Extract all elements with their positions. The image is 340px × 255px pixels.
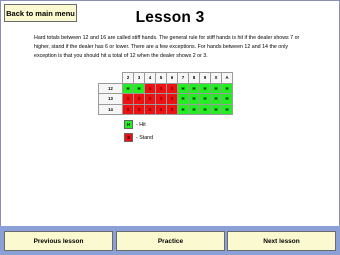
legend-hit: H - Hit: [124, 120, 146, 129]
strategy-cell: S: [144, 103, 156, 115]
lesson-description: Hard totals between 12 and 16 are called…: [34, 35, 300, 60]
strategy-cell: S: [144, 82, 156, 94]
table-row: 14 S S S S S H H H H H: [98, 103, 233, 115]
strategy-cell: S: [155, 82, 167, 94]
player-total-label: 12: [98, 82, 123, 94]
strategy-cell: H: [210, 103, 222, 115]
strategy-cell: S: [155, 93, 167, 105]
strategy-cell: H: [199, 103, 211, 115]
strategy-cell: H: [177, 82, 189, 94]
strategy-cell: H: [210, 93, 222, 105]
dealer-card-header: 2: [122, 72, 134, 84]
player-total-label: 14: [98, 103, 123, 115]
hit-swatch: H: [124, 120, 133, 129]
strategy-cell: S: [166, 93, 178, 105]
next-lesson-button[interactable]: Next lesson: [227, 231, 336, 251]
dealer-card-header: 8: [188, 72, 200, 84]
strategy-cell: H: [221, 103, 233, 115]
strategy-cell: S: [166, 103, 178, 115]
strategy-cell: H: [177, 93, 189, 105]
dealer-card-header: 5: [155, 72, 167, 84]
dealer-card-header: 4: [144, 72, 156, 84]
table-row: 12 H H S S S H H H H H: [98, 82, 233, 94]
strategy-cell: H: [122, 82, 134, 94]
strategy-cell: S: [133, 103, 145, 115]
strategy-cell: H: [188, 103, 200, 115]
stand-legend-label: - Stand: [136, 134, 154, 141]
strategy-cell: S: [166, 82, 178, 94]
previous-lesson-button[interactable]: Previous lesson: [4, 231, 113, 251]
legend-stand: S - Stand: [124, 133, 153, 142]
dealer-card-header: 3: [133, 72, 145, 84]
strategy-cell: S: [122, 93, 134, 105]
dealer-card-header: X: [210, 72, 222, 84]
practice-button[interactable]: Practice: [116, 231, 225, 251]
strategy-cell: H: [133, 82, 145, 94]
hit-legend-label: - Hit: [136, 121, 146, 128]
strategy-cell: H: [221, 93, 233, 105]
player-total-label: 13: [98, 93, 123, 105]
stand-swatch: S: [124, 133, 133, 142]
strategy-cell: H: [177, 103, 189, 115]
dealer-card-header: 7: [177, 72, 189, 84]
dealer-card-header-row: 2 3 4 5 6 7 8 9 X A: [99, 72, 233, 84]
strategy-cell: H: [188, 82, 200, 94]
strategy-cell: S: [144, 93, 156, 105]
dealer-card-header: A: [221, 72, 233, 84]
table-row: 13 S S S S S H H H H H: [98, 93, 233, 105]
page-title: Lesson 3: [135, 9, 205, 26]
strategy-cell: H: [210, 82, 222, 94]
strategy-cell: S: [133, 93, 145, 105]
table-corner: [99, 73, 123, 84]
strategy-cell: H: [221, 82, 233, 94]
strategy-cell: H: [188, 93, 200, 105]
dealer-card-header: 9: [199, 72, 211, 84]
strategy-cell: H: [199, 82, 211, 94]
strategy-cell: S: [155, 103, 167, 115]
strategy-cell: H: [199, 93, 211, 105]
dealer-card-header: 6: [166, 72, 178, 84]
strategy-cell: S: [122, 103, 134, 115]
strategy-table: 2 3 4 5 6 7 8 9 X A 12 H H S S S H H H H…: [98, 72, 233, 115]
